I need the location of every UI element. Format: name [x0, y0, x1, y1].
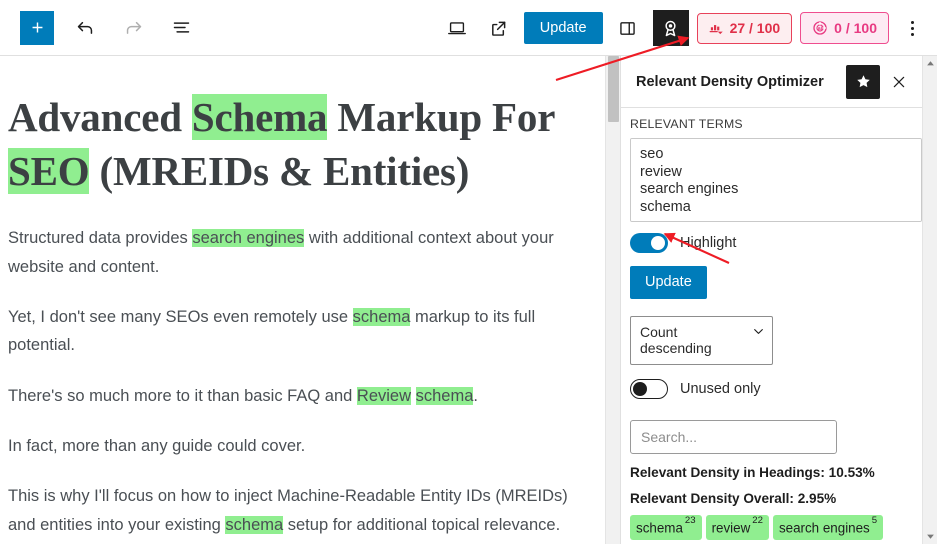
term-chip-label: schema — [636, 520, 683, 536]
paragraph-block[interactable]: In fact, more than any guide could cover… — [8, 432, 575, 460]
editor-scrollbar[interactable] — [605, 56, 620, 544]
seo-score-value: 27 / 100 — [729, 20, 781, 36]
term-chip-list: schema23review22search engines5seo2 — [630, 515, 909, 544]
award-ribbon-icon — [665, 20, 676, 36]
undo-icon — [77, 21, 92, 34]
unused-only-label: Unused only — [680, 381, 761, 398]
add-block-button[interactable] — [20, 10, 54, 45]
unused-toggle-row: Unused only — [630, 379, 909, 400]
density-overall-stat: Relevant Density Overall: 2.95% — [630, 491, 837, 507]
panel-body: RELEVANT TERMS Highlight Update Count de… — [621, 108, 922, 544]
highlighted-term: schema — [225, 515, 284, 534]
highlighted-term: SEO — [8, 148, 90, 195]
pin-panel-button[interactable] — [846, 64, 880, 99]
device-preview-button[interactable] — [440, 11, 474, 45]
editor-canvas[interactable]: Advanced Schema Markup For SEO (MREIDs &… — [0, 56, 605, 544]
list-view-icon — [173, 22, 189, 33]
toggle-knob — [633, 382, 647, 397]
text-run: Yet, I don't see many SEOs even remotely… — [8, 307, 353, 326]
panel-scrollbar[interactable] — [922, 56, 937, 544]
term-chip-label: search engines — [778, 520, 870, 536]
highlight-toggle-label: Highlight — [680, 235, 737, 251]
svg-text:ai: ai — [818, 26, 823, 32]
sidebar-panel-icon — [620, 21, 635, 35]
laptop-icon — [447, 22, 466, 35]
close-panel-button[interactable] — [884, 67, 914, 97]
update-button[interactable]: Update — [523, 11, 603, 45]
sort-select[interactable]: Count descending — [630, 315, 773, 366]
highlighted-term: schema — [352, 307, 411, 326]
panel-title: Relevant Density Optimizer — [636, 73, 824, 90]
text-run: . — [473, 386, 478, 405]
density-optimizer-button[interactable] — [652, 10, 689, 46]
highlight-toggle-row: Highlight — [630, 233, 909, 253]
paragraph-block[interactable]: This is why I'll focus on how to inject … — [8, 482, 575, 539]
redo-icon — [126, 21, 141, 34]
kebab-dot — [910, 20, 914, 24]
term-chip-count: 5 — [871, 514, 878, 526]
term-chip-count: 22 — [752, 514, 763, 526]
star-icon — [856, 75, 870, 88]
term-chip-count: 23 — [684, 514, 696, 526]
text-run: setup for additional topical relevance. — [283, 515, 561, 534]
relevant-density-optimizer-panel: Relevant Density Optimizer RELEVANT TERM… — [620, 56, 922, 544]
paragraph-block[interactable]: There's so much more to it than basic FA… — [8, 382, 575, 410]
relevant-terms-textarea[interactable] — [630, 138, 922, 222]
close-icon — [893, 76, 905, 87]
text-run: Advanced — [8, 94, 192, 140]
external-link-icon — [492, 21, 506, 36]
kebab-dot — [910, 32, 914, 36]
term-chip[interactable]: review22 — [705, 514, 769, 540]
document-overview-button[interactable] — [164, 11, 198, 45]
highlighted-term: Review — [356, 386, 412, 405]
redo-button[interactable] — [116, 11, 150, 45]
text-run — [411, 387, 416, 405]
paragraph-block[interactable]: Structured data provides search engines … — [8, 224, 575, 281]
editor-screen: Update 27 / 100 ai 0 / 100 Advanced Sche… — [0, 0, 937, 544]
text-run: There's so much more to it than basic FA… — [8, 386, 357, 405]
post-body[interactable]: Structured data provides search engines … — [8, 224, 575, 539]
ai-score-value: 0 / 100 — [834, 20, 877, 36]
term-chip-label: review — [711, 520, 751, 536]
view-post-button[interactable] — [482, 11, 516, 45]
ai-circle-icon: ai — [813, 21, 827, 35]
term-search-input[interactable] — [630, 420, 837, 455]
sort-select-wrapper: Count descending — [630, 315, 773, 366]
density-headings-stat: Relevant Density in Headings: 10.53% — [630, 465, 875, 481]
toggle-knob — [651, 236, 665, 250]
panel-header: Relevant Density Optimizer — [621, 56, 922, 108]
unused-only-toggle[interactable] — [630, 379, 668, 400]
ai-score-badge[interactable]: ai 0 / 100 — [800, 12, 889, 44]
post-title[interactable]: Advanced Schema Markup For SEO (MREIDs &… — [8, 90, 575, 198]
undo-button[interactable] — [68, 11, 102, 45]
relevant-terms-label: RELEVANT TERMS — [630, 117, 743, 131]
paragraph-block[interactable]: Yet, I don't see many SEOs even remotely… — [8, 303, 575, 360]
scroll-up-arrow[interactable] — [923, 56, 937, 71]
panel-update-button[interactable]: Update — [630, 266, 707, 299]
seo-meter-icon — [709, 24, 723, 34]
seo-score-badge[interactable]: 27 / 100 — [696, 12, 793, 44]
highlighted-term: search engines — [192, 229, 305, 248]
plus-icon — [32, 22, 42, 33]
settings-sidebar-button[interactable] — [611, 11, 645, 45]
kebab-dot — [910, 26, 914, 30]
scroll-down-arrow[interactable] — [923, 529, 937, 544]
caret-down-icon — [927, 534, 934, 539]
caret-up-icon — [927, 61, 934, 66]
text-run: Markup For — [327, 94, 555, 140]
editor-scrollbar-thumb[interactable] — [608, 56, 619, 122]
editor-toolbar: Update 27 / 100 ai 0 / 100 — [0, 0, 937, 56]
highlighted-term: Schema — [191, 94, 328, 140]
options-menu-button[interactable] — [897, 10, 927, 46]
text-run: Structured data provides — [8, 229, 193, 248]
term-chip[interactable]: schema23 — [630, 515, 702, 540]
text-run: (MREIDs & Entities) — [89, 148, 470, 195]
toolbar-right-group: Update 27 / 100 ai 0 / 100 — [440, 0, 927, 56]
highlight-toggle[interactable] — [630, 233, 668, 253]
toolbar-left-group — [0, 10, 198, 45]
highlighted-term: schema — [415, 386, 474, 405]
text-run: In fact, more than any guide could cover… — [8, 437, 306, 456]
term-chip[interactable]: search engines5 — [772, 514, 884, 540]
